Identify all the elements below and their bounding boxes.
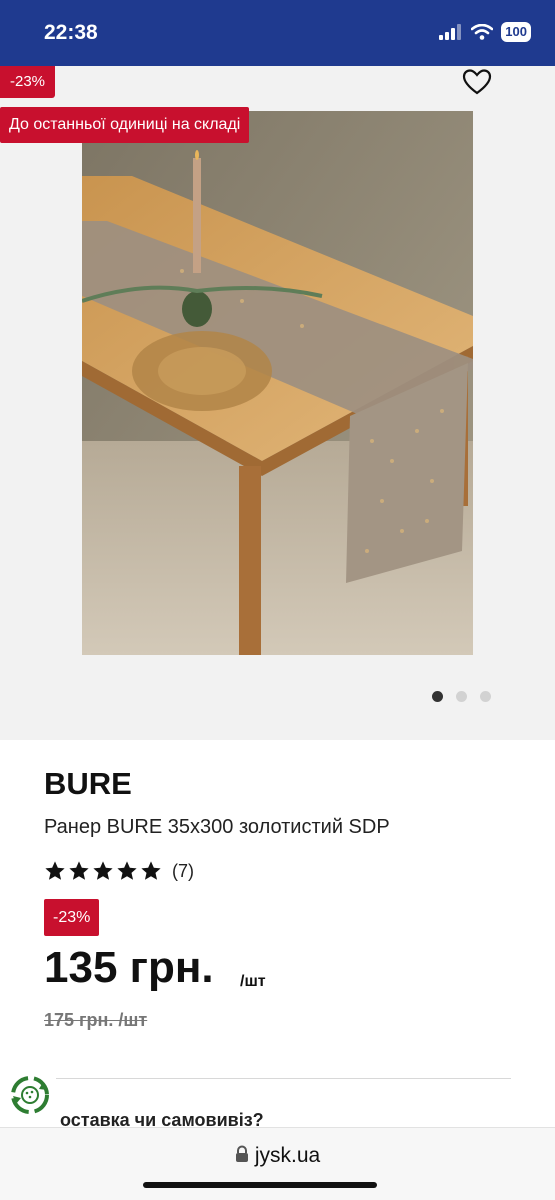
url-text: jysk.ua — [254, 1144, 321, 1167]
status-bar: 22:38 100 — [0, 0, 555, 66]
star-icon — [141, 861, 161, 880]
star-icon — [69, 861, 89, 880]
gallery-pagination — [432, 691, 491, 702]
status-icons: 100 — [439, 22, 531, 42]
wifi-icon — [471, 24, 494, 40]
product-photo[interactable] — [82, 111, 473, 655]
current-price: 135 грн. — [44, 943, 214, 992]
product-brand: BURE — [44, 766, 132, 801]
pagination-dot-2[interactable] — [456, 691, 467, 702]
stock-badge: До останньої одиниці на складі — [0, 107, 250, 143]
pagination-dot-1[interactable] — [432, 691, 443, 702]
rating-stars — [44, 860, 162, 882]
browser-address-bar[interactable]: jysk.ua — [0, 1127, 555, 1200]
rating-count[interactable]: (7) — [172, 861, 194, 882]
battery-icon: 100 — [501, 22, 531, 42]
product-rating[interactable]: (7) — [44, 860, 194, 882]
section-divider — [56, 1078, 511, 1079]
price-discount-badge: -23% — [44, 899, 100, 936]
lock-icon — [235, 1145, 248, 1162]
url-display[interactable]: jysk.ua — [0, 1144, 555, 1168]
heart-icon[interactable] — [462, 68, 492, 96]
star-icon — [45, 861, 65, 880]
old-price: 175 грн. /шт — [44, 1010, 148, 1030]
status-time: 22:38 — [44, 21, 98, 44]
signal-icon — [439, 24, 462, 40]
price-unit: /шт — [240, 973, 266, 990]
pagination-dot-3[interactable] — [480, 691, 491, 702]
home-indicator — [143, 1182, 377, 1188]
discount-badge: -23% — [0, 66, 56, 98]
star-icon — [117, 861, 137, 880]
star-icon — [93, 861, 113, 880]
product-name: Ранер BURE 35x300 золотистий SDP — [44, 816, 390, 838]
recycle-icon[interactable] — [10, 1074, 50, 1116]
